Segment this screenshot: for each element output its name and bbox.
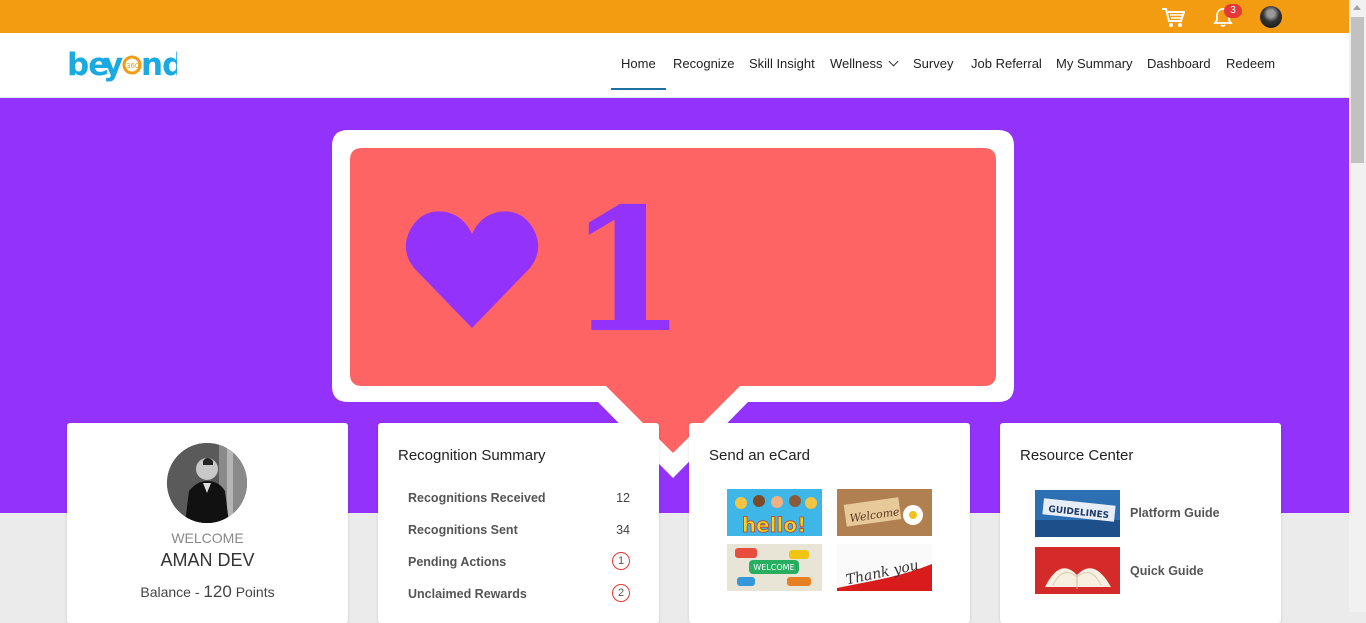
summary-count-badge: 1	[612, 552, 630, 570]
svg-text:y: y	[103, 47, 123, 83]
summary-label: Unclaimed Rewards	[408, 587, 527, 601]
summary-count-badge: 2	[612, 584, 630, 602]
page-scrollbar[interactable]	[1349, 0, 1366, 612]
beyond-logo[interactable]: be y 360 nd	[67, 43, 184, 87]
nav-recognize[interactable]: Recognize	[673, 55, 734, 75]
profile-card: WELCOME AMAN DEV Balance - 120 Points	[67, 423, 348, 623]
nav-my-summary[interactable]: My Summary	[1056, 55, 1133, 75]
balance: Balance - 120 Points	[67, 582, 348, 602]
platform-guide-link[interactable]: Platform Guide	[1130, 506, 1220, 520]
notification-badge: 3	[1224, 4, 1242, 18]
summary-value: 12	[616, 491, 630, 505]
nav-home[interactable]: Home	[611, 55, 666, 90]
svg-text:nd: nd	[141, 47, 177, 83]
welcome-label: WELCOME	[171, 530, 244, 546]
summary-value: 34	[616, 523, 630, 537]
summary-label: Pending Actions	[408, 555, 507, 569]
nav-skill-insight[interactable]: Skill Insight	[749, 55, 815, 75]
ecard-thank-you[interactable]: Thank you	[837, 544, 932, 591]
nav-dashboard[interactable]: Dashboard	[1147, 55, 1211, 75]
like-count: 1	[568, 171, 686, 371]
ecard-welcome-flower[interactable]: Welcome	[837, 489, 932, 536]
guidelines-thumbnail[interactable]: GUIDELINES	[1035, 490, 1120, 537]
user-avatar[interactable]	[1260, 6, 1282, 28]
scrollbar-thumb[interactable]	[1351, 17, 1364, 163]
summary-row-sent[interactable]: Recognitions Sent 34	[408, 523, 630, 543]
points-label: Points	[235, 584, 275, 600]
recognition-summary-title: Recognition Summary	[398, 447, 546, 464]
ecard-title: Send an eCard	[709, 447, 810, 464]
summary-label: Recognitions Sent	[408, 523, 518, 537]
svg-text:WELCOME: WELCOME	[753, 563, 794, 572]
main-navbar: be y 360 nd Home Recognize Skill Insight…	[0, 33, 1349, 98]
profile-photo	[167, 443, 247, 523]
summary-row-unclaimed[interactable]: Unclaimed Rewards 2	[408, 584, 630, 607]
summary-row-received[interactable]: Recognitions Received 12	[408, 491, 630, 511]
svg-text:360: 360	[126, 62, 139, 70]
top-bar: 3	[0, 0, 1349, 33]
nav-redeem[interactable]: Redeem	[1226, 55, 1275, 75]
user-name: AMAN DEV	[160, 550, 255, 570]
scroll-up-icon[interactable]	[1353, 5, 1361, 10]
ecard-welcome-bubbles[interactable]: WELCOME	[727, 544, 822, 591]
nav-wellness[interactable]: Wellness	[830, 55, 898, 75]
ecard-hello[interactable]: hello!	[727, 489, 822, 536]
recognition-summary-card: Recognition Summary Recognitions Receive…	[378, 423, 659, 623]
nav-wellness-label: Wellness	[830, 56, 883, 71]
nav-survey[interactable]: Survey	[913, 55, 953, 75]
chevron-down-icon	[888, 56, 898, 67]
balance-label: Balance -	[140, 584, 200, 600]
cart-icon[interactable]	[1161, 6, 1185, 28]
ecard-card: Send an eCard hello! Welcome WELCOME Tha…	[689, 423, 970, 623]
quick-guide-thumbnail[interactable]	[1035, 547, 1120, 594]
nav-job-referral[interactable]: Job Referral	[971, 55, 1042, 75]
resource-center-card: Resource Center GUIDELINES Platform Guid…	[1000, 423, 1281, 623]
balance-points: 120	[203, 582, 232, 601]
summary-label: Recognitions Received	[408, 491, 546, 505]
resource-center-title: Resource Center	[1020, 447, 1134, 464]
summary-row-pending[interactable]: Pending Actions 1	[408, 552, 630, 575]
quick-guide-link[interactable]: Quick Guide	[1130, 564, 1204, 578]
svg-text:hello!: hello!	[742, 513, 806, 536]
